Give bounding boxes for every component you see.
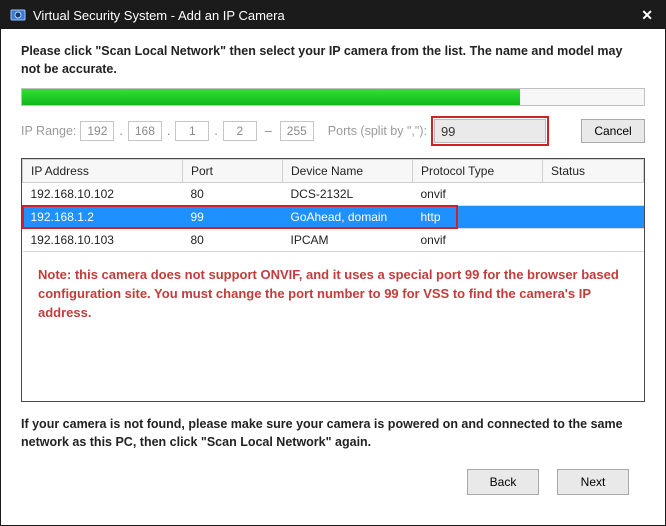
ip-octet-3[interactable] — [175, 121, 209, 141]
col-protocol[interactable]: Protocol Type — [413, 160, 543, 183]
cancel-button[interactable]: Cancel — [581, 119, 645, 143]
col-device[interactable]: Device Name — [283, 160, 413, 183]
table-row[interactable]: 192.168.10.102 80 DCS-2132L onvif — [23, 183, 644, 206]
ip-octet-1[interactable] — [80, 121, 114, 141]
results-panel: IP Address Port Device Name Protocol Typ… — [21, 158, 645, 402]
ip-range-end[interactable] — [280, 121, 314, 141]
next-button[interactable]: Next — [557, 469, 629, 495]
ip-octet-4[interactable] — [223, 121, 257, 141]
footer-instruction: If your camera is not found, please make… — [21, 416, 645, 451]
table-row[interactable]: 192.168.10.103 80 IPCAM onvif — [23, 229, 644, 252]
window-title: Virtual Security System - Add an IP Came… — [33, 8, 285, 23]
results-table: IP Address Port Device Name Protocol Typ… — [22, 159, 644, 252]
col-status[interactable]: Status — [543, 160, 644, 183]
wizard-buttons: Back Next — [467, 451, 645, 511]
blank-area — [47, 469, 137, 493]
col-ip[interactable]: IP Address — [23, 160, 183, 183]
col-port[interactable]: Port — [183, 160, 283, 183]
ports-label: Ports (split by ","): — [328, 124, 427, 138]
ports-highlight — [431, 116, 549, 146]
ip-range-label: IP Range: — [21, 124, 76, 138]
dialog-window: Virtual Security System - Add an IP Came… — [0, 0, 666, 526]
app-icon — [9, 6, 27, 24]
back-button[interactable]: Back — [467, 469, 539, 495]
scan-progress-fill — [22, 89, 520, 105]
titlebar: Virtual Security System - Add an IP Came… — [1, 1, 665, 29]
close-icon[interactable]: ✕ — [637, 7, 657, 24]
instruction-text: Please click "Scan Local Network" then s… — [21, 43, 645, 78]
table-row-selected[interactable]: 192.168.1.2 99 GoAhead, domain http — [23, 206, 644, 229]
ip-range-row: IP Range: . . . – Ports (split by ","): … — [21, 116, 645, 146]
table-header-row: IP Address Port Device Name Protocol Typ… — [23, 160, 644, 183]
note-text: Note: this camera does not support ONVIF… — [22, 252, 644, 323]
ip-octet-2[interactable] — [128, 121, 162, 141]
scan-progress — [21, 88, 645, 106]
ports-input[interactable] — [434, 119, 546, 143]
